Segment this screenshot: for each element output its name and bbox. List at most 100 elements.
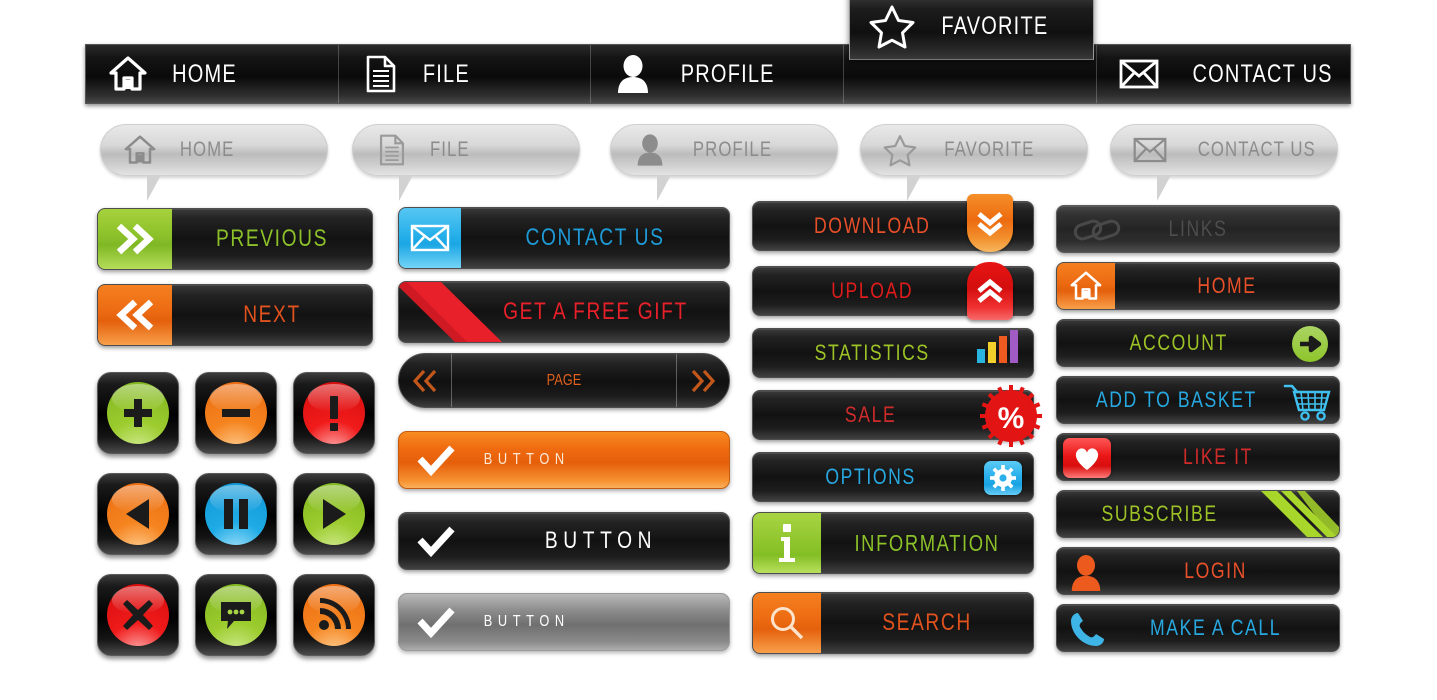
previous-media-button[interactable] [97, 473, 179, 555]
percent-starburst-icon[interactable]: % [980, 385, 1042, 447]
rss-icon [303, 584, 365, 646]
free-gift-button-label: GET A FREE GIFT [503, 298, 688, 325]
subscribe-button[interactable]: SUBSCRIBE [1056, 490, 1340, 538]
page-next-button[interactable] [676, 354, 729, 407]
arrow-right-icon[interactable] [1289, 323, 1331, 366]
chat-button[interactable] [195, 574, 277, 656]
options-button[interactable]: OPTIONS [752, 452, 1034, 502]
nav-item-file[interactable]: FILE [339, 45, 592, 103]
home-icon [1057, 263, 1115, 309]
tab-label: CONTACT US [1197, 138, 1316, 161]
tab-pointer [399, 175, 413, 201]
nav-label: FAVORITE [941, 11, 1049, 40]
information-button[interactable]: INFORMATION [752, 512, 1034, 574]
free-gift-button[interactable]: GET A FREE GIFT [398, 281, 730, 343]
tab-contact-us[interactable]: CONTACT US [1110, 124, 1338, 201]
tab-file[interactable]: FILE [352, 124, 580, 201]
close-button[interactable] [97, 574, 179, 656]
tab-label: FILE [429, 138, 470, 161]
star-icon [869, 5, 915, 49]
nav-label: HOME [172, 59, 237, 88]
links-button: LINKS [1056, 205, 1340, 253]
pagination-control: PAGE [398, 353, 730, 408]
chat-bubble-icon [205, 584, 267, 646]
tab-label: FAVORITE [944, 138, 1035, 161]
login-button[interactable]: LOGIN [1056, 547, 1340, 595]
search-button[interactable]: SEARCH [752, 592, 1034, 654]
shopping-cart-icon [1283, 383, 1331, 423]
play-right-icon [303, 483, 365, 545]
rss-button[interactable] [293, 574, 375, 656]
nav-label: CONTACT US [1192, 59, 1333, 88]
double-chevron-left-icon [98, 285, 172, 345]
nav-item-home[interactable]: HOME [86, 45, 339, 103]
previous-button-label: PREVIOUS [215, 225, 329, 252]
play-left-icon [107, 483, 169, 545]
pause-icon [205, 483, 267, 545]
tab-label: HOME [179, 138, 235, 161]
exclamation-icon [303, 382, 365, 444]
double-chevron-right-icon [691, 369, 716, 392]
add-to-basket-button-label: ADD TO BASKET [1095, 387, 1257, 412]
plus-icon [107, 382, 169, 444]
double-chevron-right-icon [98, 209, 172, 269]
contact-us-button[interactable]: CONTACT US [398, 207, 730, 269]
home-icon [108, 54, 148, 94]
tab-label: PROFILE [692, 138, 773, 161]
page-label: PAGE [546, 371, 582, 389]
cross-icon [107, 584, 169, 646]
home-button-label: HOME [1197, 273, 1257, 298]
nav-item-contact-us[interactable]: CONTACT US [1097, 45, 1350, 103]
tab-pointer [657, 175, 671, 201]
options-button-label: OPTIONS [825, 464, 916, 489]
star-icon [883, 133, 917, 167]
like-it-button-label: LIKE IT [1183, 444, 1253, 469]
button-primary[interactable]: BUTTON [398, 431, 730, 489]
check-icon [399, 607, 473, 639]
remove-button[interactable] [195, 372, 277, 454]
download-chevron-icon[interactable] [967, 194, 1013, 252]
nav-label: PROFILE [681, 59, 776, 88]
person-icon [613, 54, 653, 94]
check-icon [399, 526, 473, 558]
home-button[interactable]: HOME [1056, 262, 1340, 310]
nav-item-profile[interactable]: PROFILE [591, 45, 845, 103]
tab-favorite[interactable]: FAVORITE [860, 124, 1088, 201]
nav-item-favorite[interactable]: FAVORITE [849, 0, 1094, 60]
file-icon [375, 133, 409, 167]
make-a-call-button[interactable]: MAKE A CALL [1056, 604, 1340, 652]
button-tertiary[interactable]: BUTTON [398, 593, 730, 651]
file-icon [361, 54, 401, 94]
next-button[interactable]: NEXT [97, 284, 373, 346]
add-to-basket-button[interactable]: ADD TO BASKET [1056, 376, 1340, 424]
statistics-button[interactable]: STATISTICS [752, 328, 1034, 378]
alert-button[interactable] [293, 372, 375, 454]
tab-pointer [147, 175, 161, 201]
links-button-label: LINKS [1168, 216, 1228, 241]
tab-pointer [907, 175, 921, 201]
pause-button[interactable] [195, 473, 277, 555]
sale-button-label: SALE [844, 402, 897, 427]
button-secondary[interactable]: BUTTON [398, 512, 730, 570]
tab-profile[interactable]: PROFILE [610, 124, 838, 201]
play-button[interactable] [293, 473, 375, 555]
page-prev-button[interactable] [399, 354, 452, 407]
previous-button[interactable]: PREVIOUS [97, 208, 373, 270]
double-chevron-left-icon [412, 369, 437, 392]
home-icon [123, 133, 157, 167]
add-button[interactable] [97, 372, 179, 454]
account-button[interactable]: ACCOUNT [1056, 319, 1340, 367]
gear-icon[interactable] [984, 461, 1022, 495]
login-button-label: LOGIN [1184, 558, 1247, 583]
information-button-label: INFORMATION [854, 529, 1000, 556]
minus-icon [205, 382, 267, 444]
envelope-icon [1119, 54, 1159, 94]
ui-kit-canvas: HOME FILE PROFILE CONTACT US FAVORITE HO… [0, 0, 1437, 700]
button-tertiary-label: BUTTON [483, 613, 570, 630]
contact-us-button-label: CONTACT US [525, 224, 665, 251]
check-icon [399, 445, 473, 477]
tab-home[interactable]: HOME [100, 124, 328, 201]
upload-chevron-icon[interactable] [967, 262, 1013, 320]
like-it-button[interactable]: LIKE IT [1056, 433, 1340, 481]
button-secondary-label: BUTTON [544, 527, 658, 554]
